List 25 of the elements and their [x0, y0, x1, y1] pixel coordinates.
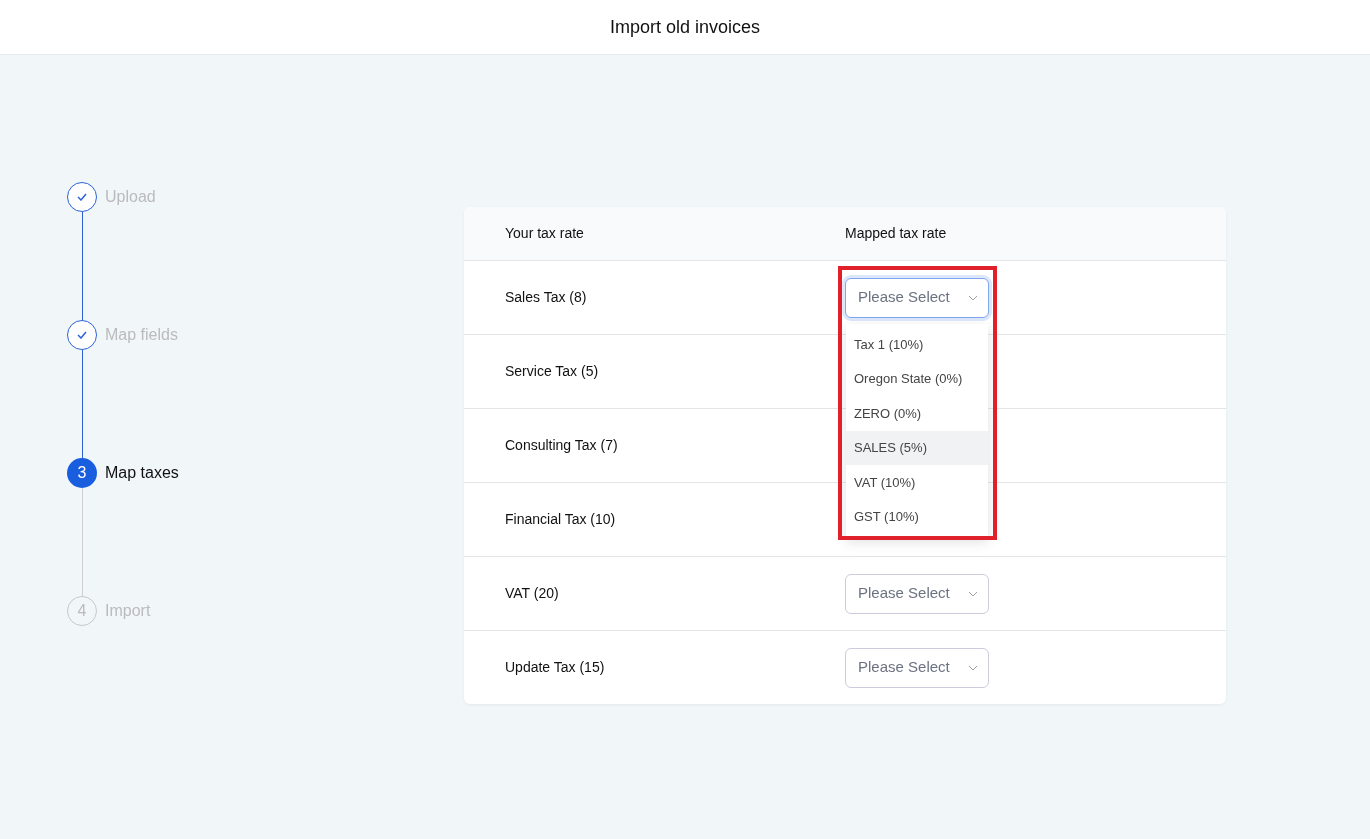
step-indicator: 3	[67, 458, 97, 488]
dropdown-option[interactable]: VAT (10%)	[846, 465, 988, 500]
step-label[interactable]: Map taxes	[105, 461, 179, 485]
check-icon	[77, 193, 87, 201]
tax-rate-label: VAT (20)	[505, 585, 559, 601]
dropdown-option[interactable]: Tax 1 (10%)	[846, 327, 988, 362]
dropdown-option[interactable]: SALES (5%)	[846, 430, 988, 466]
dropdown-option[interactable]: ZERO (0%)	[846, 396, 988, 431]
tax-rate-label: Financial Tax (10)	[505, 511, 616, 527]
select-field[interactable]: Please Select	[845, 647, 989, 688]
tax-rate-label: Service Tax (5)	[505, 363, 599, 379]
chevron-down-icon	[968, 294, 978, 301]
select-field[interactable]: Please Select	[845, 277, 989, 318]
dropdown-option[interactable]: Oregon State (0%)	[846, 361, 988, 397]
select-field[interactable]: Please Select	[845, 573, 989, 614]
check-icon	[77, 331, 87, 339]
page-title: Import old invoices	[609, 15, 761, 39]
tax-rate-label: Update Tax (15)	[505, 659, 605, 675]
tax-rate-label: Consulting Tax (7)	[505, 437, 618, 453]
chevron-down-icon	[968, 590, 978, 597]
column-header: Mapped tax rate	[845, 225, 947, 241]
column-header: Your tax rate	[505, 225, 584, 241]
tax-rate-label: Sales Tax (8)	[505, 289, 587, 305]
chevron-down-icon	[968, 664, 978, 671]
dropdown-option[interactable]: GST (10%)	[846, 499, 988, 534]
